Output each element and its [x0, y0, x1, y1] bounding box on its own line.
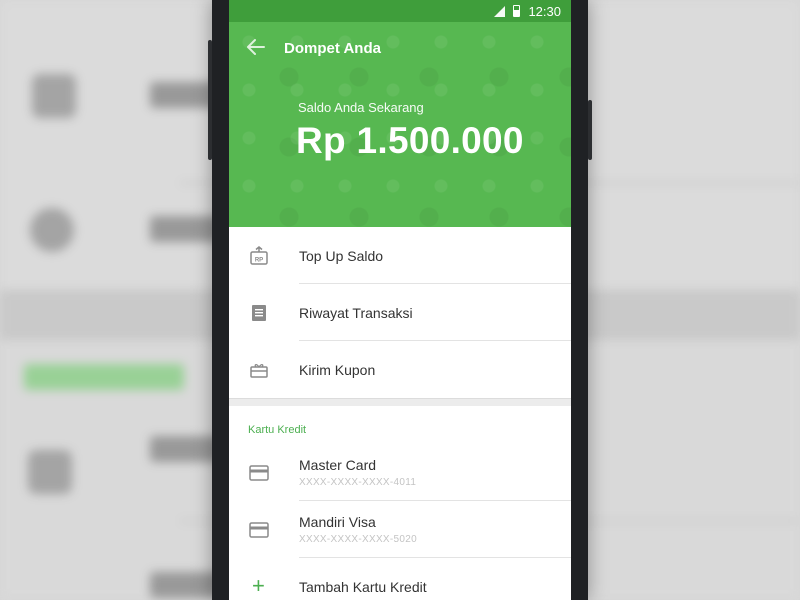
back-arrow-icon[interactable] [245, 36, 267, 58]
section-title: Kartu Kredit [248, 424, 307, 436]
wallet-header: Dompet Anda Saldo Anda Sekarang Rp 1.500… [229, 22, 571, 227]
status-time: 12:30 [528, 3, 561, 19]
credit-card-icon [249, 464, 299, 481]
card-number: XXXX-XXXX-XXXX-5020 [299, 534, 417, 545]
page-title: Dompet Anda [284, 40, 381, 57]
bg-text [150, 572, 220, 598]
bg-text [150, 216, 220, 242]
signal-icon [494, 5, 506, 17]
balance-label: Saldo Anda Sekarang [298, 100, 424, 115]
svg-text:RP: RP [255, 257, 263, 263]
balance-value: Rp 1.500.000 [296, 120, 524, 161]
menu-item-label: Top Up Saldo [299, 247, 384, 264]
add-credit-card-button[interactable]: + Tambah Kartu Kredit [229, 558, 571, 600]
bg-icon [30, 208, 74, 252]
menu-item-label: Kirim Kupon [299, 361, 376, 378]
menu-item-transaction-history[interactable]: Riwayat Transaksi [229, 284, 571, 341]
phone-frame: 12:30 Dompet Anda Saldo Anda Sekarang Rp… [208, 0, 592, 600]
phone-screen: 12:30 Dompet Anda Saldo Anda Sekarang Rp… [229, 0, 571, 600]
bg-text [150, 436, 220, 462]
credit-card-icon [249, 521, 299, 538]
card-name: Mandiri Visa [299, 514, 376, 530]
credit-card-section: Kartu Kredit Master Card XXXX-XXXX-XXXX-… [229, 406, 571, 600]
bg-icon [32, 74, 76, 118]
bg-icon [28, 450, 72, 494]
receipt-icon [249, 303, 269, 323]
divider [299, 557, 571, 558]
section-divider [229, 398, 571, 406]
menu-item-top-up[interactable]: RP Top Up Saldo [229, 227, 571, 284]
battery-icon [513, 5, 521, 17]
phone-side-button [208, 40, 212, 160]
credit-card-item[interactable]: Mandiri Visa XXXX-XXXX-XXXX-5020 [229, 501, 571, 558]
card-number: XXXX-XXXX-XXXX-4011 [299, 477, 417, 488]
gift-icon [249, 360, 269, 380]
wallet-menu: RP Top Up Saldo Riwayat Transaksi Kirim … [229, 227, 571, 398]
status-bar: 12:30 [229, 0, 571, 22]
topup-rp-icon: RP [249, 245, 269, 266]
credit-card-item[interactable]: Master Card XXXX-XXXX-XXXX-4011 [229, 444, 571, 501]
phone-side-button [588, 100, 592, 160]
add-credit-card-label: Tambah Kartu Kredit [299, 578, 427, 595]
plus-icon: + [252, 573, 265, 598]
menu-item-label: Riwayat Transaksi [299, 304, 413, 321]
menu-item-send-coupon[interactable]: Kirim Kupon [229, 341, 571, 398]
card-name: Master Card [299, 457, 377, 473]
bg-green-heading [24, 364, 184, 390]
